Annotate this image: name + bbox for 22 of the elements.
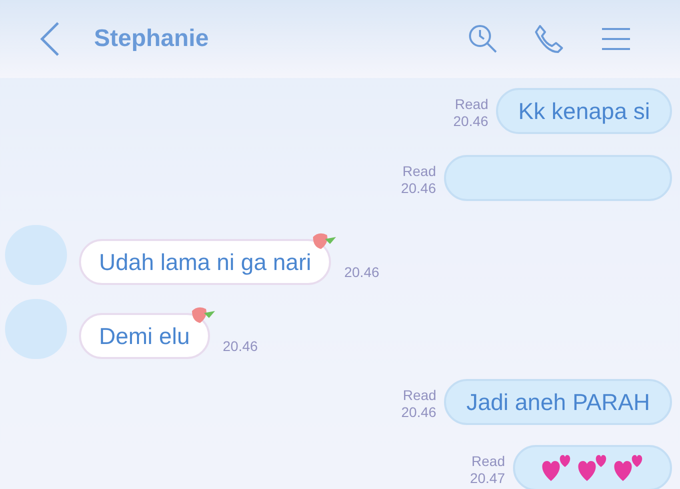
back-icon[interactable] (40, 21, 60, 57)
timestamp: 20.46 (400, 180, 436, 197)
message-bubble: Jadi aneh PARAH (444, 379, 672, 425)
message-bubble: Kk kenapa si (496, 88, 672, 134)
message-bubble: Udah lama ni ga nari (79, 239, 332, 285)
read-receipt: Read (402, 163, 436, 180)
phone-icon[interactable] (534, 24, 564, 54)
contact-name: Stephanie (94, 24, 209, 54)
two-hearts-icon (576, 453, 608, 483)
timestamp: 20.46 (453, 113, 488, 130)
message-bubble: Demi elu (79, 313, 210, 359)
read-receipt: Read (472, 453, 505, 470)
read-receipt: Read (402, 387, 436, 404)
timestamp: 20.46 (401, 404, 436, 421)
read-receipt: Read (454, 96, 488, 113)
timestamp: 20.46 (222, 338, 258, 354)
menu-icon[interactable] (602, 27, 630, 51)
search-icon[interactable] (468, 24, 498, 54)
timestamp: 20.46 (344, 264, 380, 280)
timestamp: 20.47 (470, 470, 505, 487)
two-hearts-icon (612, 453, 644, 483)
two-hearts-icon (540, 453, 572, 483)
